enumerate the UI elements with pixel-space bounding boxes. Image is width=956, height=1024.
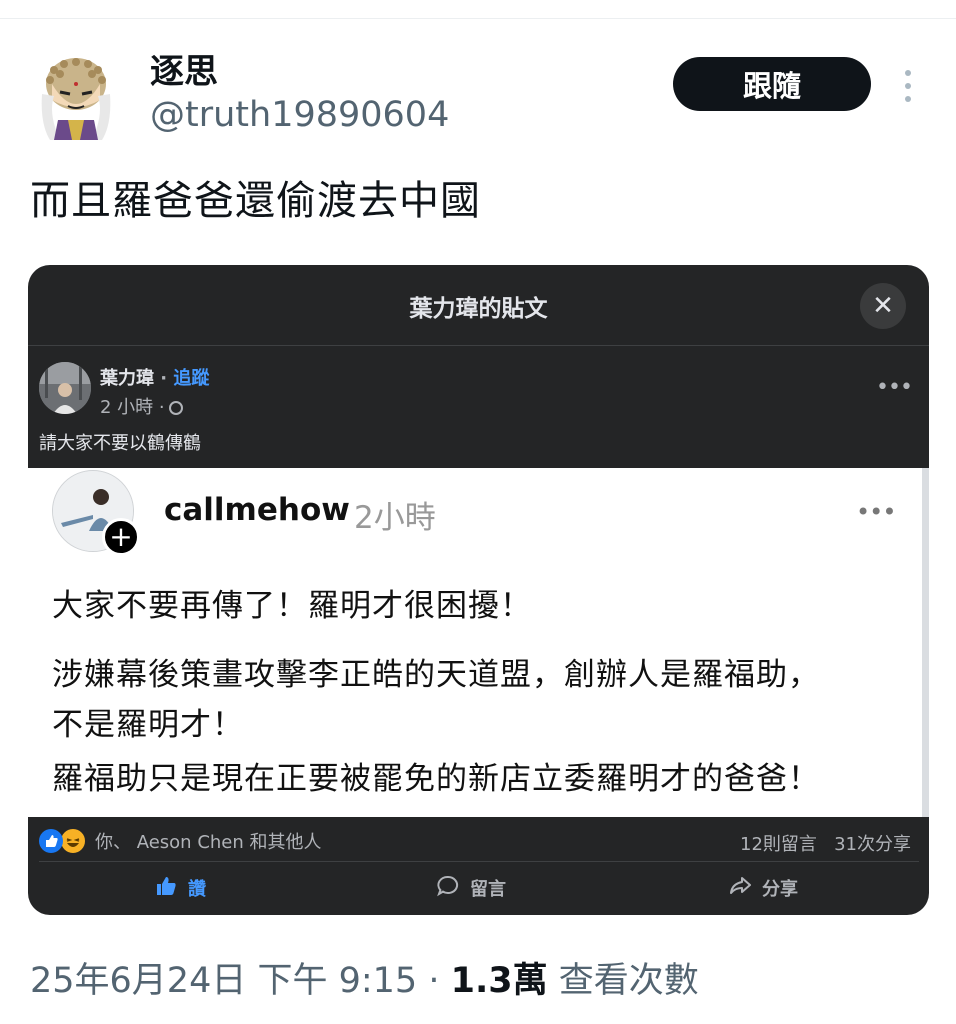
reactions-text: 你、 Aeson Chen 和其他人	[95, 832, 322, 853]
close-glyph: ✕	[872, 291, 894, 321]
share-arrow-icon	[728, 874, 752, 903]
post-author-avatar	[39, 362, 91, 414]
post-author-line: 葉力瑋 · 追蹤	[100, 364, 209, 390]
modal-title: 葉力瑋的貼文	[409, 296, 548, 322]
like-reaction-icon	[39, 829, 63, 853]
threads-time: 2小時	[354, 500, 436, 536]
post-caption: 請大家不要以鶴傳鶴	[39, 433, 201, 454]
threads-username: callmehow	[164, 492, 350, 528]
vertical-ellipsis-icon[interactable]	[898, 68, 918, 104]
threads-screenshot: + callmehow 2小時 ••• 大家不要再傳了！羅明才很困擾！ 涉嫌幕後…	[28, 468, 922, 817]
threads-more-icon: •••	[856, 498, 896, 526]
author-name[interactable]: 逐思	[150, 44, 218, 93]
threads-line: 羅福助只是現在正要被罷免的新店立委羅明才的爸爸！	[52, 761, 820, 797]
reactions-row: 你、 Aeson Chen 和其他人	[39, 827, 322, 855]
embedded-image[interactable]: 葉力瑋的貼文 ✕ 葉力瑋 · 追蹤 2 小時 · ••• 請大家不要以鶴傳鶴 +…	[28, 265, 929, 915]
tweet-text: 而且羅爸爸還偷渡去中國	[30, 178, 481, 224]
fb-share-action: 分享	[728, 873, 798, 903]
author-avatar[interactable]	[38, 54, 114, 140]
close-icon: ✕	[860, 283, 906, 329]
actions-divider	[39, 861, 919, 862]
comments-count: 12則留言	[740, 834, 817, 855]
top-divider	[0, 18, 956, 19]
separator-dot: ·	[160, 368, 168, 389]
thumbs-up-icon	[154, 874, 178, 903]
threads-line: 不是羅明才！	[52, 707, 244, 743]
comment-label: 留言	[470, 879, 506, 900]
share-label: 分享	[762, 879, 798, 900]
post-time-text: 2 小時 ·	[100, 397, 165, 418]
post-time: 2 小時 ·	[100, 393, 183, 419]
modal-header: 葉力瑋的貼文 ✕	[28, 265, 929, 346]
fb-like-action: 讚	[154, 873, 206, 903]
globe-icon	[168, 401, 183, 415]
like-label: 讚	[188, 879, 206, 900]
shares-count: 31次分享	[834, 834, 911, 855]
speech-bubble-icon	[436, 874, 460, 903]
threads-line: 大家不要再傳了！羅明才很困擾！	[52, 588, 532, 624]
tweet-meta: 25年6月24日 下午 9:15 · 1.3萬 查看次數	[30, 952, 699, 1003]
follow-button[interactable]: 跟隨	[673, 57, 871, 111]
threads-line: 涉嫌幕後策畫攻擊李正皓的天道盟，創辦人是羅福助，	[52, 657, 820, 693]
fb-follow-link: 追蹤	[173, 368, 210, 389]
tweet-date[interactable]: 25年6月24日 下午 9:15	[30, 961, 417, 1001]
add-follow-icon: +	[102, 518, 140, 556]
views-label: 查看次數	[558, 961, 699, 1001]
meta-separator: ·	[428, 961, 440, 1001]
inner-scrollbar	[922, 468, 929, 817]
post-more-icon: •••	[876, 375, 913, 400]
follow-button-label: 跟隨	[742, 69, 801, 103]
author-handle[interactable]: @truth19890604	[150, 95, 449, 135]
post-author-name: 葉力瑋	[100, 368, 154, 389]
views-count: 1.3萬	[450, 961, 548, 1001]
haha-reaction-icon	[59, 827, 87, 855]
post-stats: 12則留言 31次分享	[740, 830, 911, 856]
fb-comment-action: 留言	[436, 873, 506, 903]
